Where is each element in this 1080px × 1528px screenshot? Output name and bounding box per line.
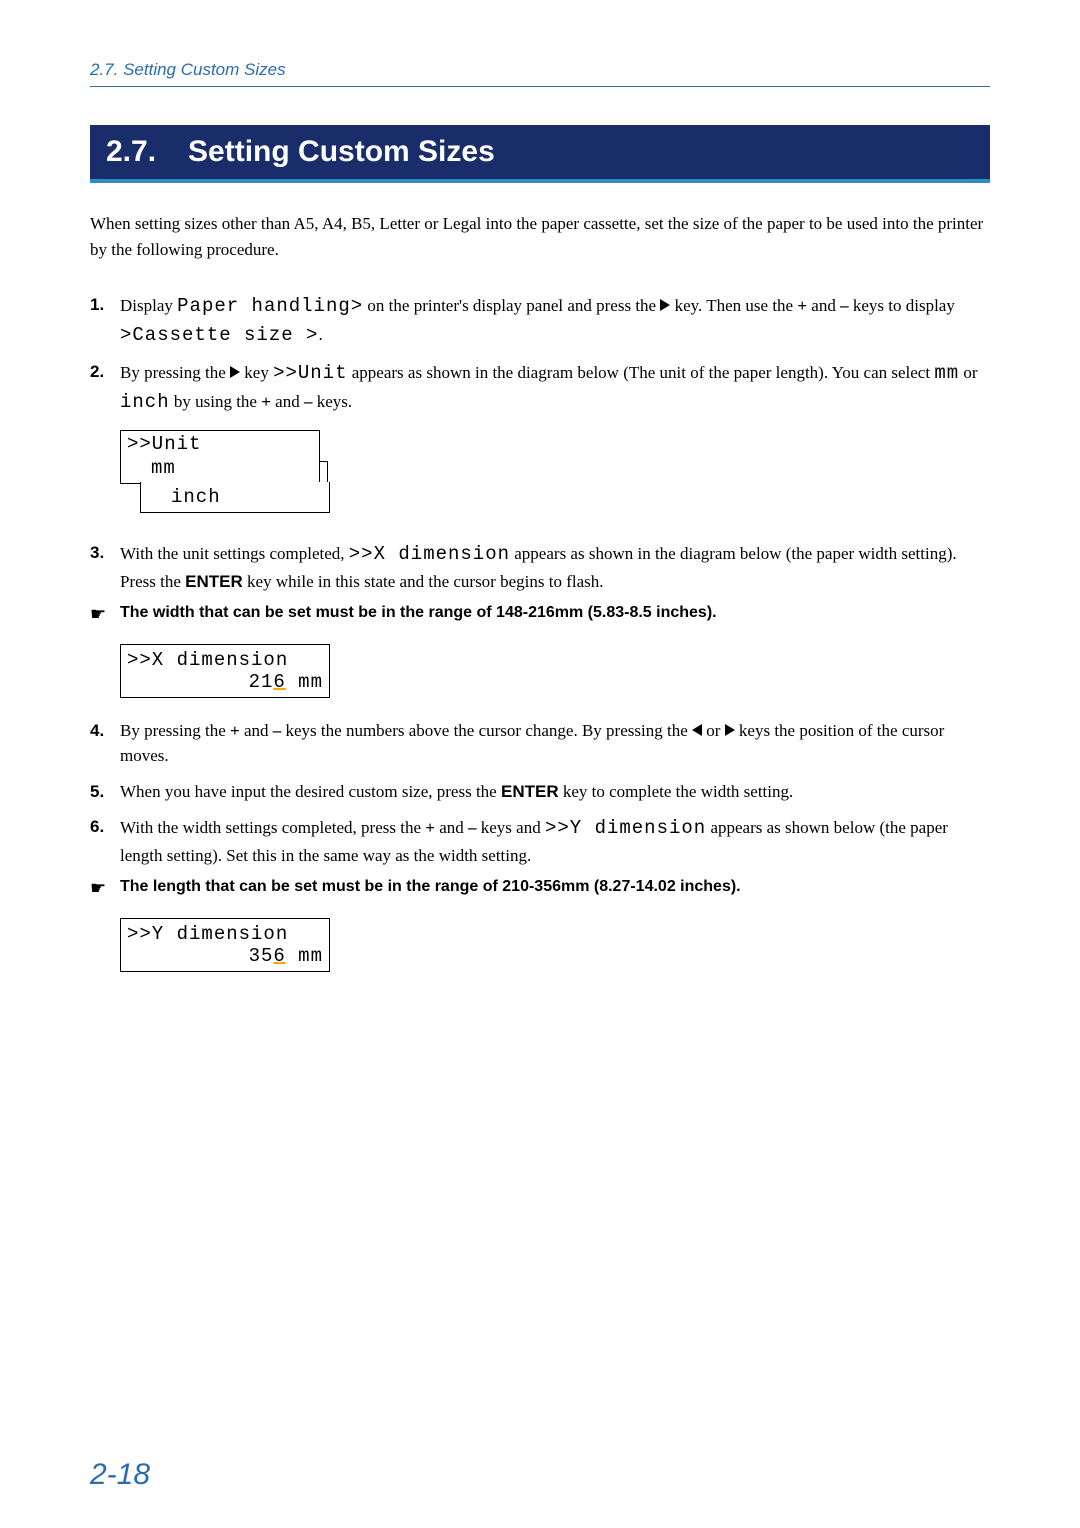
step-6: 6. With the width settings completed, pr… [90, 814, 990, 868]
lcd-value: 216 mm [127, 671, 323, 693]
lcd-unit-bottom: inch [140, 482, 330, 513]
intro-paragraph: When setting sizes other than A5, A4, B5… [90, 211, 990, 262]
lcd-line: >>X dimension [127, 649, 323, 671]
lcd-display-x: >>X dimension 216 mm [120, 644, 330, 698]
note-width: ☛ The width that can be set must be in t… [90, 604, 990, 626]
step-number: 2. [90, 359, 120, 416]
section-number: 2.7. [106, 135, 156, 169]
lcd-unit-top: >>Unit mm [120, 430, 320, 484]
lcd-value: 356 mm [127, 945, 323, 967]
pointing-hand-icon: ☛ [90, 604, 120, 626]
lcd-display-unit: >>Unit mm inch [120, 430, 350, 512]
section-title-bar: 2.7. Setting Custom Sizes [90, 125, 990, 183]
note-text: The width that can be set must be in the… [120, 604, 990, 626]
step-text: Display Paper handling> on the printer's… [120, 292, 990, 349]
step-number: 1. [90, 292, 120, 349]
page-number: 2-18 [90, 1458, 150, 1492]
lcd-line: >>Y dimension [127, 923, 323, 945]
lcd-display-y: >>Y dimension 356 mm [120, 918, 330, 972]
step-text: When you have input the desired custom s… [120, 779, 990, 805]
step-number: 5. [90, 779, 120, 805]
pointing-hand-icon: ☛ [90, 878, 120, 900]
step-4: 4. By pressing the + and – keys the numb… [90, 718, 990, 769]
section-title: Setting Custom Sizes [188, 135, 495, 169]
breadcrumb: 2.7. Setting Custom Sizes [90, 60, 990, 87]
lcd-line: >>Unit [127, 433, 313, 457]
lcd-line: mm [127, 457, 313, 481]
step-number: 6. [90, 814, 120, 868]
step-2: 2. By pressing the key >>Unit appears as… [90, 359, 990, 416]
right-arrow-icon [660, 299, 670, 311]
step-text: With the width settings completed, press… [120, 814, 990, 868]
step-text: By pressing the key >>Unit appears as sh… [120, 359, 990, 416]
step-text: By pressing the + and – keys the numbers… [120, 718, 990, 769]
note-text: The length that can be set must be in th… [120, 878, 990, 900]
step-1: 1. Display Paper handling> on the printe… [90, 292, 990, 349]
step-text: With the unit settings completed, >>X di… [120, 540, 990, 594]
step-number: 4. [90, 718, 120, 769]
steps-list: 1. Display Paper handling> on the printe… [90, 292, 990, 972]
left-arrow-icon [692, 724, 702, 736]
step-number: 3. [90, 540, 120, 594]
step-5: 5. When you have input the desired custo… [90, 779, 990, 805]
right-arrow-icon [230, 366, 240, 378]
step-3: 3. With the unit settings completed, >>X… [90, 540, 990, 594]
note-length: ☛ The length that can be set must be in … [90, 878, 990, 900]
right-arrow-icon [725, 724, 735, 736]
